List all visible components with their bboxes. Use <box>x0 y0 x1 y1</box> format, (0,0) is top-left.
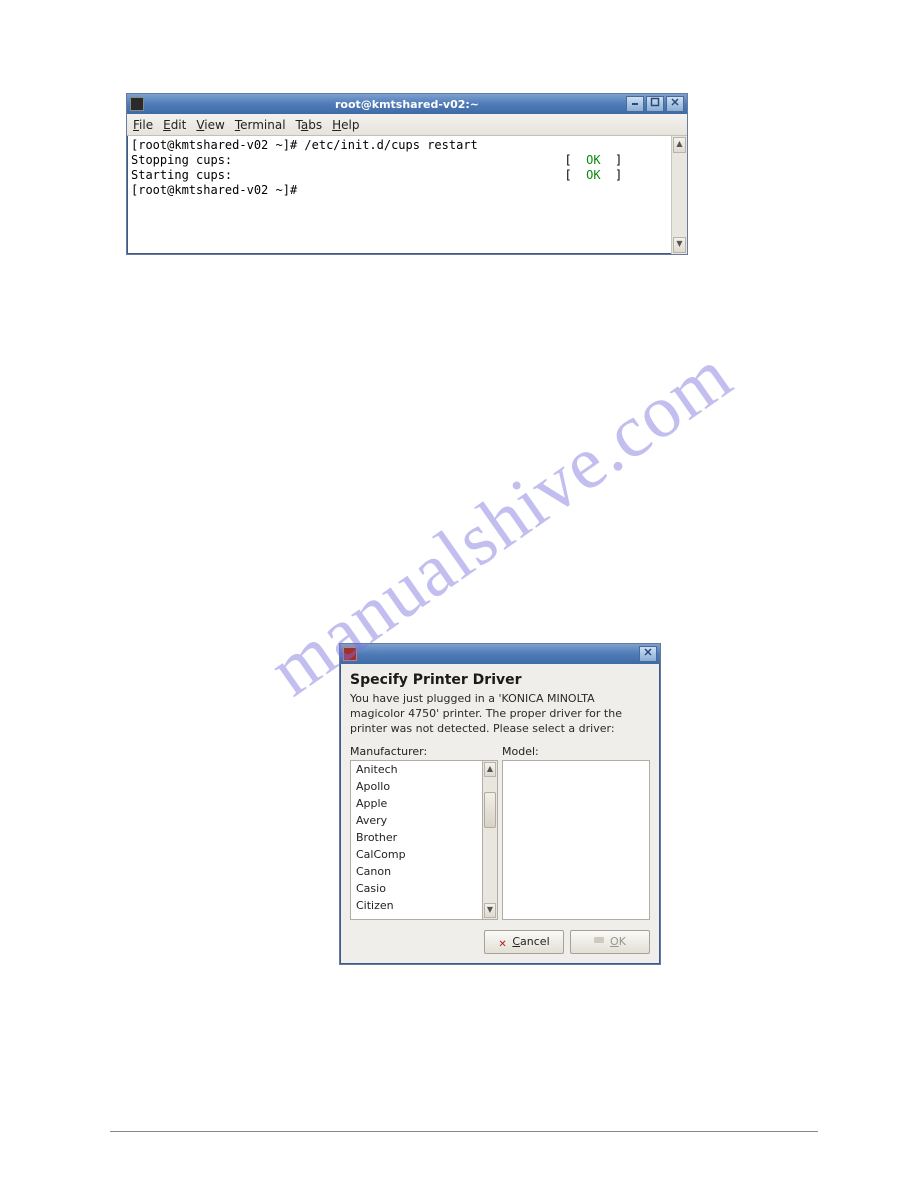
terminal-window: root@kmtshared-v02:~ File Edit View Term… <box>126 93 688 255</box>
ok-button[interactable]: OK <box>570 930 650 954</box>
list-item[interactable]: Apple <box>351 795 482 812</box>
scroll-up-icon[interactable]: ▲ <box>484 762 496 777</box>
terminal-menubar: File Edit View Terminal Tabs Help <box>127 114 687 136</box>
manufacturer-listbox[interactable]: AnitechApolloAppleAveryBrotherCalCompCan… <box>350 760 483 920</box>
scroll-down-icon[interactable]: ▼ <box>484 903 496 918</box>
list-item[interactable]: CalComp <box>351 846 482 863</box>
ok-label-rest: K <box>619 935 626 948</box>
list-item[interactable]: Anitech <box>351 761 482 778</box>
terminal-output[interactable]: [root@kmtshared-v02 ~]# /etc/init.d/cups… <box>127 136 671 254</box>
menu-tabs[interactable]: Tabs <box>296 118 323 132</box>
close-button[interactable] <box>666 96 684 112</box>
scroll-thumb[interactable] <box>484 792 496 828</box>
scroll-down-icon[interactable]: ▼ <box>673 237 686 253</box>
terminal-title: root@kmtshared-v02:~ <box>127 98 687 111</box>
cancel-button[interactable]: Cancel <box>484 930 564 954</box>
cancel-icon <box>498 937 508 947</box>
dialog-heading: Specify Printer Driver <box>340 664 660 692</box>
list-item[interactable]: Canon <box>351 863 482 880</box>
footer-rule <box>110 1131 818 1132</box>
minimize-button[interactable] <box>626 96 644 112</box>
manufacturer-label: Manufacturer: <box>350 745 498 760</box>
scroll-up-icon[interactable]: ▲ <box>673 137 686 153</box>
list-item[interactable]: Apollo <box>351 778 482 795</box>
dialog-app-icon <box>343 647 357 661</box>
maximize-button[interactable] <box>646 96 664 112</box>
menu-edit[interactable]: Edit <box>163 118 186 132</box>
manufacturer-scrollbar[interactable]: ▲ ▼ <box>483 760 498 920</box>
list-item[interactable]: Casio <box>351 880 482 897</box>
model-listbox[interactable] <box>502 760 650 920</box>
dialog-titlebar[interactable] <box>340 644 660 664</box>
list-item[interactable]: Avery <box>351 812 482 829</box>
menu-file[interactable]: File <box>133 118 153 132</box>
menu-view[interactable]: View <box>196 118 224 132</box>
terminal-titlebar[interactable]: root@kmtshared-v02:~ <box>127 94 687 114</box>
menu-terminal[interactable]: Terminal <box>235 118 286 132</box>
dialog-close-button[interactable] <box>639 646 657 662</box>
list-item[interactable]: Citizen <box>351 897 482 914</box>
list-item[interactable]: Brother <box>351 829 482 846</box>
driver-dialog: Specify Printer Driver You have just plu… <box>339 643 661 965</box>
menu-help[interactable]: Help <box>332 118 359 132</box>
terminal-scrollbar[interactable]: ▲ ▼ <box>671 136 687 254</box>
cancel-label-rest: ancel <box>520 935 550 948</box>
model-label: Model: <box>502 745 650 760</box>
dialog-message: You have just plugged in a 'KONICA MINOL… <box>340 692 660 745</box>
ok-icon <box>594 937 606 947</box>
